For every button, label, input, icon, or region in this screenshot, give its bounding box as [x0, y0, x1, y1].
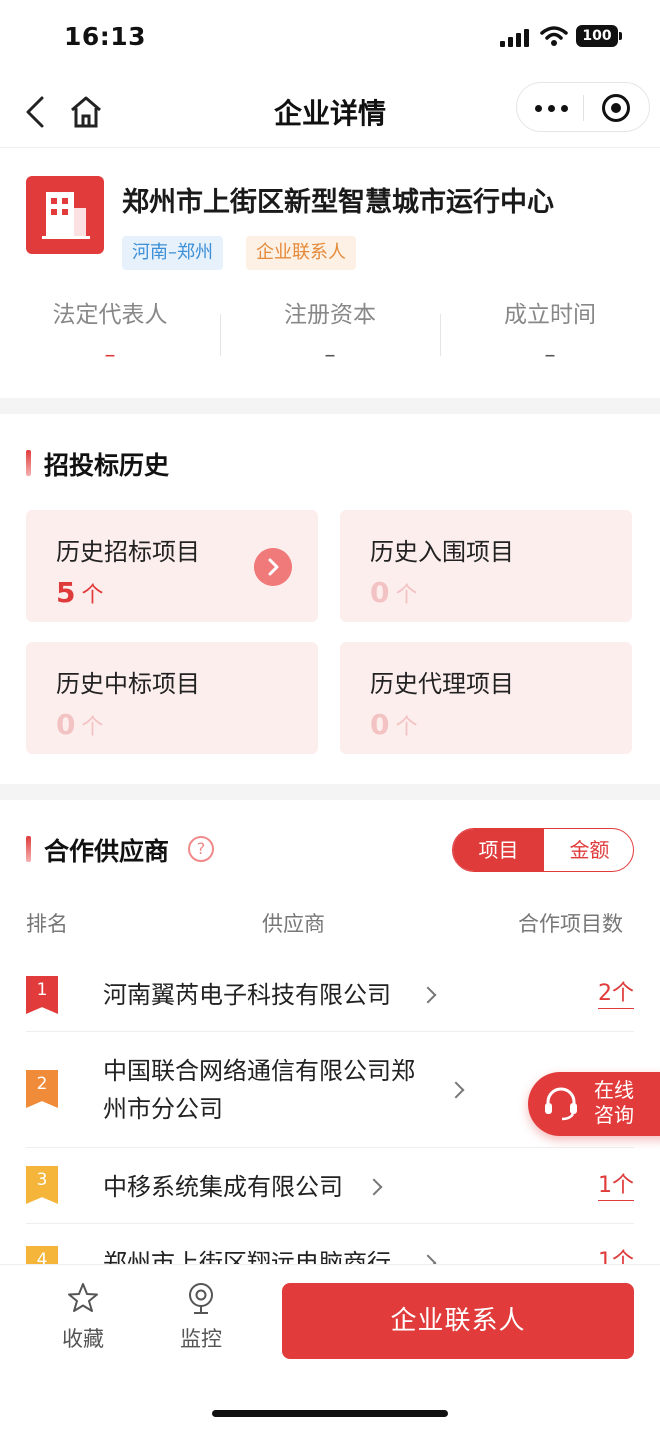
capsule-divider	[583, 95, 584, 121]
building-icon	[42, 192, 90, 239]
help-icon[interactable]: ?	[188, 836, 214, 862]
bottom-action-bar: 收藏 监控 企业联系人	[0, 1264, 660, 1429]
stat-reg-capital: 注册资本 –	[220, 295, 440, 368]
cellular-signal-icon	[500, 27, 532, 47]
supplier-section-title: 合作供应商	[26, 832, 169, 868]
card-label: 历史入围项目	[370, 538, 514, 566]
metric-toggle: 项目 金额	[452, 828, 634, 872]
card-value: 0个	[56, 708, 104, 741]
history-bid-card[interactable]: 历史招标项目 5个	[26, 510, 318, 622]
column-header-rank: 排名	[26, 912, 68, 936]
section-separator	[0, 784, 660, 800]
supplier-name[interactable]: 河南翼芮电子科技有限公司	[103, 976, 391, 1014]
card-label: 历史招标项目	[56, 538, 200, 566]
status-time: 16:13	[64, 22, 147, 51]
battery-icon: 100	[576, 25, 622, 47]
chevron-right-icon	[419, 986, 437, 1004]
toggle-project[interactable]: 项目	[453, 829, 544, 871]
more-icon[interactable]	[535, 95, 569, 121]
rank-badge: 1	[26, 976, 58, 1014]
wifi-icon	[540, 26, 568, 46]
card-value: 5个	[56, 576, 104, 609]
favorite-button[interactable]: 收藏	[43, 1281, 123, 1353]
company-header: 郑州市上街区新型智慧城市运行中心 河南–郑州 企业联系人 法定代表人 – 注册资…	[0, 150, 660, 398]
project-count[interactable]: 1个	[598, 1172, 634, 1201]
history-win-card[interactable]: 历史中标项目 0个	[26, 642, 318, 754]
contact-tag[interactable]: 企业联系人	[246, 236, 356, 270]
camera-monitor-icon	[189, 1283, 213, 1314]
stat-label: 法定代表人	[52, 302, 168, 328]
stat-founded: 成立时间 –	[440, 295, 660, 368]
stat-value: –	[544, 343, 556, 368]
chevron-right-icon	[447, 1081, 465, 1099]
section-separator	[0, 398, 660, 414]
company-logo	[26, 176, 104, 254]
supplier-name[interactable]: 中移系统集成有限公司	[103, 1168, 343, 1206]
rank-badge: 3	[26, 1166, 58, 1204]
history-shortlist-card[interactable]: 历史入围项目 0个	[340, 510, 632, 622]
headset-icon	[545, 1087, 577, 1121]
supplier-name-line2[interactable]: 州市分公司	[103, 1090, 223, 1128]
stat-label: 成立时间	[504, 302, 596, 328]
consult-label: 在线 咨询	[594, 1078, 634, 1127]
monitor-button[interactable]: 监控	[161, 1281, 241, 1353]
enterprise-contact-button[interactable]: 企业联系人	[282, 1283, 634, 1359]
home-indicator	[212, 1410, 448, 1417]
chevron-right-icon	[365, 1178, 383, 1196]
toggle-amount[interactable]: 金额	[544, 829, 633, 871]
column-header-supplier: 供应商	[262, 912, 325, 936]
region-tag: 河南–郑州	[122, 236, 223, 270]
online-consult-button[interactable]: 在线 咨询	[528, 1072, 660, 1136]
supplier-row[interactable]: 1 河南翼芮电子科技有限公司 2个	[26, 956, 634, 1032]
close-miniprogram-icon[interactable]	[602, 94, 630, 122]
favorite-label: 收藏	[62, 1327, 104, 1351]
supplier-name-line1[interactable]: 中国联合网络通信有限公司郑	[103, 1052, 415, 1090]
stat-legal-rep: 法定代表人 –	[0, 295, 220, 368]
card-label: 历史代理项目	[370, 670, 514, 698]
status-bar: 16:13 100	[0, 0, 660, 76]
supplier-row[interactable]: 3 中移系统集成有限公司 1个	[26, 1148, 634, 1224]
stat-value[interactable]: –	[0, 343, 220, 368]
rank-badge: 2	[26, 1070, 58, 1108]
nav-bar: 企业详情	[0, 76, 660, 148]
miniprogram-capsule	[516, 82, 650, 132]
stat-label: 注册资本	[284, 302, 376, 328]
card-label: 历史中标项目	[56, 670, 200, 698]
card-value: 0个	[370, 708, 418, 741]
history-agent-card[interactable]: 历史代理项目 0个	[340, 642, 632, 754]
chevron-right-icon[interactable]	[254, 548, 292, 586]
company-name: 郑州市上街区新型智慧城市运行中心	[122, 187, 554, 218]
card-value: 0个	[370, 576, 418, 609]
history-section-title: 招投标历史	[26, 446, 169, 482]
stat-value: –	[324, 343, 336, 368]
monitor-label: 监控	[180, 1327, 222, 1351]
column-header-count: 合作项目数	[518, 912, 623, 936]
project-count[interactable]: 2个	[598, 980, 634, 1009]
star-icon	[68, 1283, 98, 1312]
